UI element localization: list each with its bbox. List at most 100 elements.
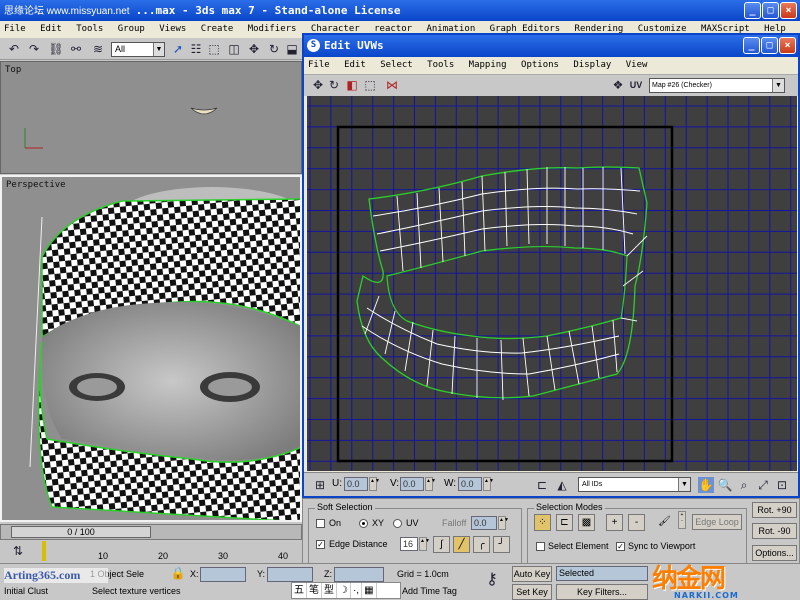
redo-icon[interactable]: ↷: [26, 41, 42, 57]
u-input[interactable]: 0.0: [344, 477, 368, 491]
rotate-minus-90-button[interactable]: Rot. -90: [752, 523, 797, 539]
edge-mode-button[interactable]: ⊏: [556, 514, 573, 531]
ime-keyboard-icon[interactable]: ▦: [362, 583, 377, 598]
menu-file[interactable]: File: [4, 24, 26, 34]
rotate-icon[interactable]: ↻: [326, 77, 342, 93]
edge-distance-spinner[interactable]: ▲▼: [419, 537, 430, 551]
face-mode-button[interactable]: ▩: [578, 514, 595, 531]
v-input[interactable]: 0.0: [400, 477, 424, 491]
map-dropdown[interactable]: Map #26 (Checker) ▼: [649, 78, 785, 93]
v-spinner[interactable]: ▲▼: [425, 477, 436, 491]
falloff-input[interactable]: 0.0: [471, 516, 497, 530]
uvw-menu-display[interactable]: Display: [573, 60, 611, 70]
undo-icon[interactable]: ↶: [6, 41, 22, 57]
falloff-slow-out-button[interactable]: ╭: [473, 536, 490, 553]
hide-icon[interactable]: ◭: [554, 477, 570, 493]
ime-xing-icon[interactable]: 型: [322, 583, 337, 598]
move-icon[interactable]: ✥: [246, 41, 262, 57]
scale-icon[interactable]: ◧: [344, 77, 360, 93]
u-spinner[interactable]: ▲▼: [369, 477, 380, 491]
select-by-name-icon[interactable]: ☷: [188, 41, 204, 57]
w-input[interactable]: 0.0: [458, 477, 482, 491]
options-button[interactable]: Options...: [752, 545, 797, 561]
uvw-menu-view[interactable]: View: [626, 60, 648, 70]
link-icon[interactable]: ⛓: [48, 41, 64, 57]
uvw-menu-tools[interactable]: Tools: [427, 60, 454, 70]
ime-bi-icon[interactable]: 笔: [307, 583, 322, 598]
rotate-icon[interactable]: ↻: [266, 41, 282, 57]
add-time-tag[interactable]: Add Time Tag: [402, 584, 457, 599]
uvw-menu-edit[interactable]: Edit: [344, 60, 366, 70]
key-filters-button[interactable]: Key Filters...: [556, 584, 648, 600]
menu-tools[interactable]: Tools: [76, 24, 103, 34]
falloff-spinner[interactable]: ▲▼: [498, 516, 509, 530]
uvw-menu-select[interactable]: Select: [380, 60, 413, 70]
y-coord-input[interactable]: [267, 567, 313, 582]
paint-select-icon[interactable]: 🖌: [656, 514, 673, 531]
uvw-minimize-button[interactable]: _: [743, 37, 760, 54]
unlink-icon[interactable]: ⚯: [68, 41, 84, 57]
set-key-button[interactable]: Set Key: [512, 584, 552, 600]
falloff-linear-button[interactable]: ╱: [453, 536, 470, 553]
pan-hand-icon[interactable]: ✋: [698, 477, 714, 493]
uv-radio[interactable]: [393, 519, 402, 528]
ime-punct-icon[interactable]: ·,: [351, 583, 363, 598]
window-crossing-icon[interactable]: ◫: [226, 41, 242, 57]
move-icon[interactable]: ✥: [310, 77, 326, 93]
grid-snap-icon[interactable]: ⊞: [312, 477, 328, 493]
rotate-plus-90-button[interactable]: Rot. +90: [752, 502, 797, 518]
uvw-maximize-button[interactable]: □: [761, 37, 778, 54]
edge-loop-button[interactable]: Edge Loop: [692, 514, 742, 530]
track-bar-toggle-icon[interactable]: ⇅: [10, 543, 26, 559]
ids-dropdown[interactable]: All IDs ▼: [578, 477, 691, 492]
close-button[interactable]: ×: [780, 2, 797, 19]
zoom-icon[interactable]: 🔍: [717, 477, 733, 493]
key-icon[interactable]: ⚷: [484, 572, 500, 588]
uvw-menu-file[interactable]: File: [308, 60, 330, 70]
selection-filter-dropdown[interactable]: All ▼: [111, 42, 165, 57]
maximize-button[interactable]: □: [762, 2, 779, 19]
shrink-selection-button[interactable]: -: [628, 514, 645, 531]
zoom-extents-icon[interactable]: ⤢: [755, 477, 771, 493]
time-slider-thumb[interactable]: 0 / 100: [11, 526, 151, 538]
time-slider[interactable]: 0 / 100: [0, 524, 302, 540]
key-mode-dropdown[interactable]: Selected: [556, 566, 648, 581]
selection-lock-icon[interactable]: 🔒: [170, 565, 186, 581]
auto-key-button[interactable]: Auto Key: [512, 566, 552, 582]
edge-distance-checkbox[interactable]: ✓: [316, 540, 325, 549]
uvw-menu-options[interactable]: Options: [521, 60, 559, 70]
paint-size-spinner[interactable]: + -: [678, 511, 686, 529]
perspective-viewport[interactable]: Perspective: [0, 175, 302, 522]
checker-map-icon[interactable]: ❖: [610, 77, 626, 93]
freeform-icon[interactable]: ⬚: [362, 77, 378, 93]
mirror-icon[interactable]: ⋈: [384, 77, 400, 93]
minimize-button[interactable]: _: [744, 2, 761, 19]
track-bar[interactable]: ⇅ 10 20 30 40: [0, 541, 302, 563]
sync-to-viewport-checkbox[interactable]: ✓: [616, 542, 625, 551]
w-spinner[interactable]: ▲▼: [483, 477, 494, 491]
bind-space-warp-icon[interactable]: ≋: [90, 41, 106, 57]
top-viewport[interactable]: Top: [0, 61, 302, 174]
menu-edit[interactable]: Edit: [40, 24, 62, 34]
zoom-selected-icon[interactable]: ⊡: [774, 477, 790, 493]
menu-views[interactable]: Views: [159, 24, 186, 34]
uv-editor-canvas[interactable]: [307, 96, 797, 471]
x-coord-input[interactable]: [200, 567, 246, 582]
uvw-menu-mapping[interactable]: Mapping: [469, 60, 507, 70]
ime-moon-icon[interactable]: ☽: [337, 583, 351, 598]
zoom-region-icon[interactable]: ⌕: [736, 477, 752, 493]
falloff-smooth-button[interactable]: ∫: [433, 536, 450, 553]
menu-group[interactable]: Group: [118, 24, 145, 34]
lock-selection-icon[interactable]: ⊏: [534, 477, 550, 493]
select-element-checkbox[interactable]: [536, 542, 545, 551]
edge-distance-input[interactable]: 16: [400, 537, 418, 551]
scale-icon[interactable]: ⬓: [284, 41, 300, 57]
z-coord-input[interactable]: [334, 567, 384, 582]
uv-toggle[interactable]: UV: [628, 77, 644, 93]
vertex-mode-button[interactable]: ⁘: [534, 514, 551, 531]
maxscript-listener-field[interactable]: Initial Clust: [4, 584, 48, 599]
ime-wubi-icon[interactable]: 五: [292, 583, 307, 598]
expand-selection-button[interactable]: +: [606, 514, 623, 531]
menu-modifiers[interactable]: Modifiers: [248, 24, 297, 34]
xy-radio[interactable]: [359, 519, 368, 528]
